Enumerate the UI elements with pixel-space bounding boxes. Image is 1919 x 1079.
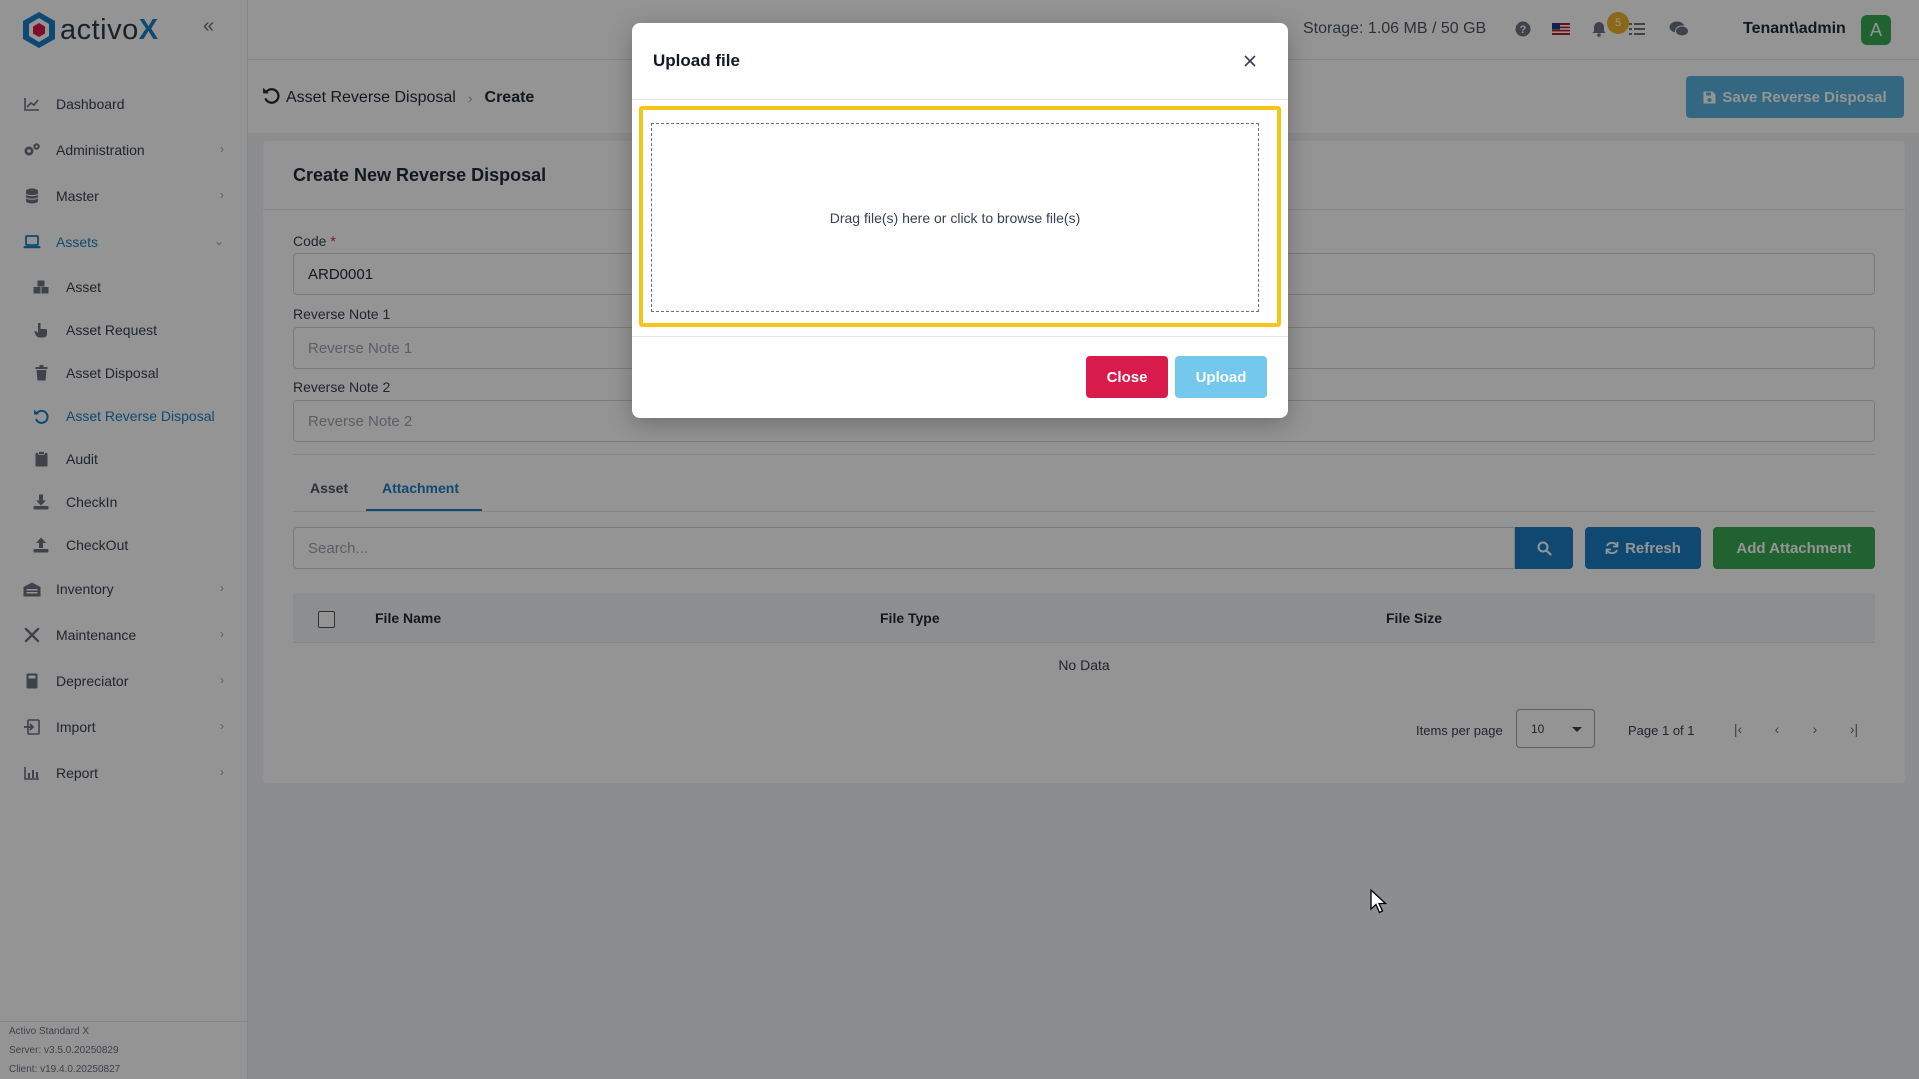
file-dropzone[interactable]: Drag file(s) here or click to browse fil… — [651, 123, 1259, 312]
close-button[interactable]: Close — [1086, 356, 1168, 398]
upload-button[interactable]: Upload — [1175, 356, 1267, 398]
dialog-title: Upload file — [653, 51, 740, 70]
mouse-cursor-icon — [1370, 889, 1388, 914]
upload-file-dialog: Upload file Drag file(s) here or click t… — [632, 23, 1288, 418]
dropzone-text: Drag file(s) here or click to browse fil… — [829, 209, 1081, 226]
divider — [632, 336, 1288, 337]
divider — [632, 99, 1288, 100]
close-icon[interactable] — [1238, 49, 1262, 73]
